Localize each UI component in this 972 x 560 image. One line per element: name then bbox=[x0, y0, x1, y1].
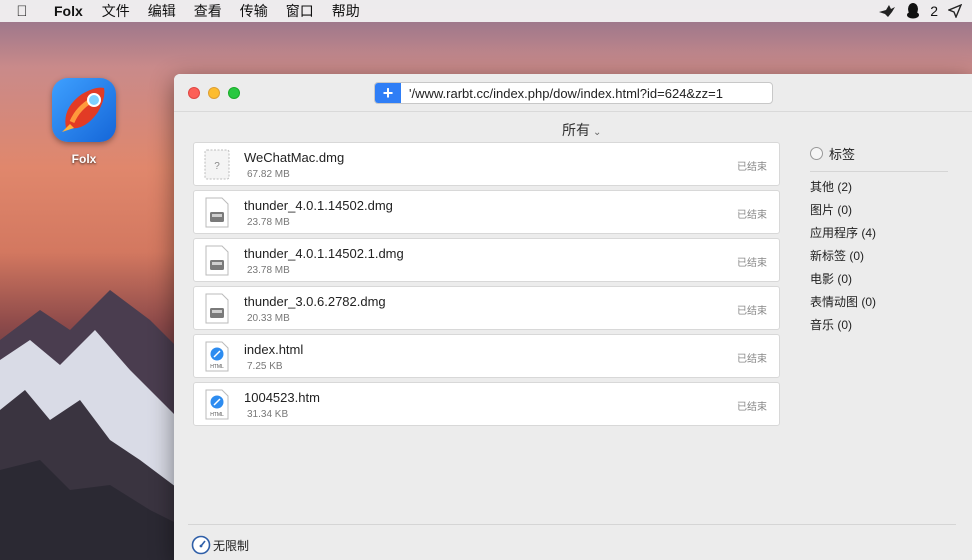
tags-list: 其他 (2) 图片 (0) 应用程序 (4) 新标签 (0) 电影 (0) 表情… bbox=[810, 176, 948, 337]
menu-help[interactable]: 帮助 bbox=[323, 1, 369, 21]
filter-dropdown[interactable]: 所有 ⌄ bbox=[562, 120, 601, 140]
download-row[interactable]: HTML index.html 7.25 KB 已结束 bbox=[193, 334, 780, 378]
tag-item-gifs[interactable]: 表情动图 (0) bbox=[810, 291, 948, 314]
file-size: 23.78 MB bbox=[247, 217, 290, 228]
svg-text:?: ? bbox=[214, 161, 220, 172]
apple-menu-icon[interactable]:  bbox=[0, 3, 44, 20]
add-download-button[interactable]: + bbox=[375, 83, 401, 103]
download-status: 已结束 bbox=[737, 354, 767, 365]
tag-item-apps[interactable]: 应用程序 (4) bbox=[810, 222, 948, 245]
file-name: index.html bbox=[244, 342, 304, 357]
tag-item-movies[interactable]: 电影 (0) bbox=[810, 268, 948, 291]
download-status: 已结束 bbox=[737, 306, 767, 317]
url-bar: + bbox=[374, 82, 773, 104]
tag-item-images[interactable]: 图片 (0) bbox=[810, 199, 948, 222]
file-name: thunder_4.0.1.14502.1.dmg bbox=[244, 246, 404, 261]
svg-text:HTML: HTML bbox=[210, 412, 224, 418]
menu-transfer[interactable]: 传输 bbox=[231, 1, 277, 21]
tag-item-music[interactable]: 音乐 (0) bbox=[810, 314, 948, 337]
file-size: 20.33 MB bbox=[247, 313, 290, 324]
tags-header: 标签 bbox=[810, 144, 948, 172]
menu-window[interactable]: 窗口 bbox=[277, 1, 323, 21]
file-name: 1004523.htm bbox=[244, 390, 320, 405]
window-titlebar: + bbox=[174, 74, 972, 112]
desktop-mountain-wallpaper bbox=[0, 290, 180, 560]
file-name: thunder_3.0.6.2782.dmg bbox=[244, 294, 386, 309]
download-row[interactable]: ? WeChatMac.dmg 67.82 MB 已结束 bbox=[193, 142, 780, 186]
speed-limit-label: 无限制 bbox=[213, 538, 250, 553]
svg-text:HTML: HTML bbox=[210, 364, 224, 370]
bird-icon[interactable] bbox=[878, 3, 896, 19]
disk-image-icon bbox=[204, 293, 230, 324]
tag-item-new[interactable]: 新标签 (0) bbox=[810, 245, 948, 268]
file-size: 67.82 MB bbox=[247, 169, 290, 180]
chevron-down-icon: ⌄ bbox=[593, 127, 602, 138]
close-window-button[interactable] bbox=[188, 87, 200, 99]
speed-limit-control[interactable]: 无限制 bbox=[191, 535, 249, 555]
tags-sidebar: 标签 其他 (2) 图片 (0) 应用程序 (4) 新标签 (0) 电影 (0)… bbox=[810, 144, 948, 337]
menu-view[interactable]: 查看 bbox=[185, 1, 231, 21]
menu-file[interactable]: 文件 bbox=[93, 1, 139, 21]
file-size: 31.34 KB bbox=[247, 409, 289, 420]
download-list: ? WeChatMac.dmg 67.82 MB 已结束 thunder_4.0.1.1… bbox=[193, 142, 780, 430]
download-row[interactable]: thunder_3.0.6.2782.dmg 20.33 MB 已结束 bbox=[193, 286, 780, 330]
tags-toggle[interactable] bbox=[810, 147, 823, 160]
location-arrow-icon[interactable] bbox=[948, 4, 962, 18]
menu-bar:  Folx 文件 编辑 查看 传输 窗口 帮助 2 bbox=[0, 0, 972, 22]
desktop-icon-label: Folx bbox=[71, 152, 97, 166]
download-status: 已结束 bbox=[737, 210, 767, 221]
menu-edit[interactable]: 编辑 bbox=[139, 1, 185, 21]
url-input[interactable] bbox=[401, 83, 772, 103]
bottom-bar: 无限制 bbox=[188, 524, 956, 560]
tags-title: 标签 bbox=[829, 147, 856, 162]
qq-count: 2 bbox=[930, 3, 938, 19]
menu-extras: 2 bbox=[878, 3, 972, 19]
maximize-window-button[interactable] bbox=[228, 87, 240, 99]
download-row[interactable]: HTML 1004523.htm 31.34 KB 已结束 bbox=[193, 382, 780, 426]
desktop-folx-app[interactable]: Folx bbox=[48, 78, 120, 166]
disk-image-icon bbox=[204, 245, 230, 276]
tag-item-other[interactable]: 其他 (2) bbox=[810, 176, 948, 199]
file-size: 7.25 KB bbox=[247, 361, 283, 372]
speedometer-icon bbox=[191, 535, 211, 555]
folx-window: + 所有⌄ ?WeChatMac.dmg67.82 MB已结束thunder_4… bbox=[174, 74, 972, 560]
disk-image-icon bbox=[204, 197, 230, 228]
file-name: WeChatMac.dmg bbox=[244, 150, 345, 165]
qq-penguin-icon[interactable] bbox=[906, 3, 920, 19]
folx-rocket-icon bbox=[52, 78, 116, 142]
html-file-icon: HTML bbox=[204, 389, 230, 420]
html-file-icon: HTML bbox=[204, 341, 230, 372]
minimize-window-button[interactable] bbox=[208, 87, 220, 99]
filter-label: 所有 bbox=[562, 122, 590, 138]
download-status: 已结束 bbox=[737, 258, 767, 269]
download-row[interactable]: thunder_4.0.1.14502.1.dmg 23.78 MB 已结束 bbox=[193, 238, 780, 282]
file-name: thunder_4.0.1.14502.dmg bbox=[244, 198, 393, 213]
download-status: 已结束 bbox=[737, 162, 767, 173]
file-size: 23.78 MB bbox=[247, 265, 290, 276]
download-row[interactable]: thunder_4.0.1.14502.dmg 23.78 MB 已结束 bbox=[193, 190, 780, 234]
unknown-file-icon: ? bbox=[204, 149, 230, 180]
traffic-lights bbox=[188, 87, 240, 99]
download-status: 已结束 bbox=[737, 402, 767, 413]
menu-app-name[interactable]: Folx bbox=[44, 3, 93, 19]
